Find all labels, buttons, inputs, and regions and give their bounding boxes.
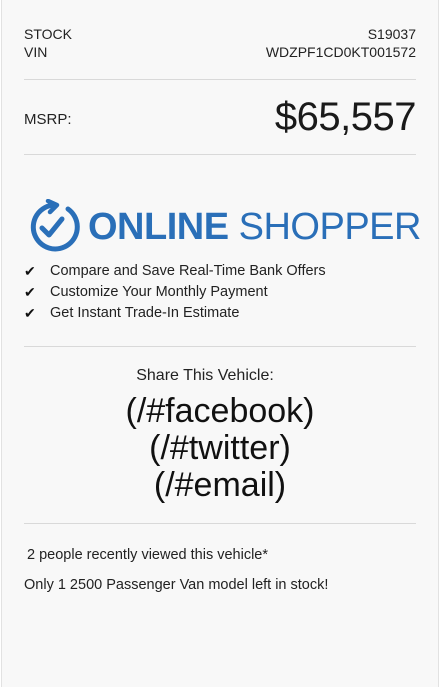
divider	[24, 346, 416, 347]
brand-light-text: SHOPPER	[238, 205, 422, 248]
stock-remaining-notice: Only 1 2500 Passenger Van model left in …	[24, 577, 329, 593]
feature-text: Customize Your Monthly Payment	[50, 284, 268, 300]
share-label: Share This Vehicle:	[136, 367, 274, 384]
share-facebook-link[interactable]: (/#facebook)	[24, 393, 416, 430]
list-item: ✔ Get Instant Trade-In Estimate	[24, 303, 416, 324]
list-item: ✔ Compare and Save Real-Time Bank Offers	[24, 261, 416, 282]
msrp-label: MSRP:	[24, 110, 72, 128]
brand-bold-text: ONLINE	[88, 205, 229, 248]
share-email-link[interactable]: (/#email)	[24, 467, 416, 504]
msrp-price: $65,557	[274, 94, 417, 139]
stock-row: STOCK S19037	[24, 0, 416, 43]
stock-number: S19037	[367, 26, 416, 42]
feature-text: Compare and Save Real-Time Bank Offers	[50, 263, 326, 279]
vin-label: VIN	[24, 44, 48, 60]
vehicle-info-panel: STOCK S19037 VIN WDZPF1CD0KT001572 MSRP:…	[1, 0, 439, 687]
online-shopper-logo[interactable]: ONLINE SHOPPER	[24, 199, 421, 255]
checkmark-icon: ✔	[24, 284, 36, 300]
feature-list: ✔ Compare and Save Real-Time Bank Offers…	[24, 261, 416, 324]
share-twitter-link[interactable]: (/#twitter)	[24, 430, 416, 467]
recently-viewed-notice: 2 people recently viewed this vehicle*	[27, 547, 268, 563]
divider	[24, 523, 416, 524]
checkmark-icon: ✔	[24, 263, 36, 279]
feature-text: Get Instant Trade-In Estimate	[50, 305, 240, 321]
list-item: ✔ Customize Your Monthly Payment	[24, 282, 416, 303]
vin-row: VIN WDZPF1CD0KT001572	[24, 43, 416, 61]
divider	[24, 154, 416, 155]
online-shopper-wordmark: ONLINE SHOPPER	[88, 206, 421, 249]
stock-label: STOCK	[24, 26, 72, 42]
checkmark-icon: ✔	[24, 305, 36, 321]
share-links: (/#facebook) (/#twitter) (/#email)	[24, 393, 416, 504]
msrp-row: MSRP: $65,557	[24, 80, 417, 154]
clock-check-icon	[30, 199, 80, 252]
vin-number: WDZPF1CD0KT001572	[265, 44, 416, 60]
